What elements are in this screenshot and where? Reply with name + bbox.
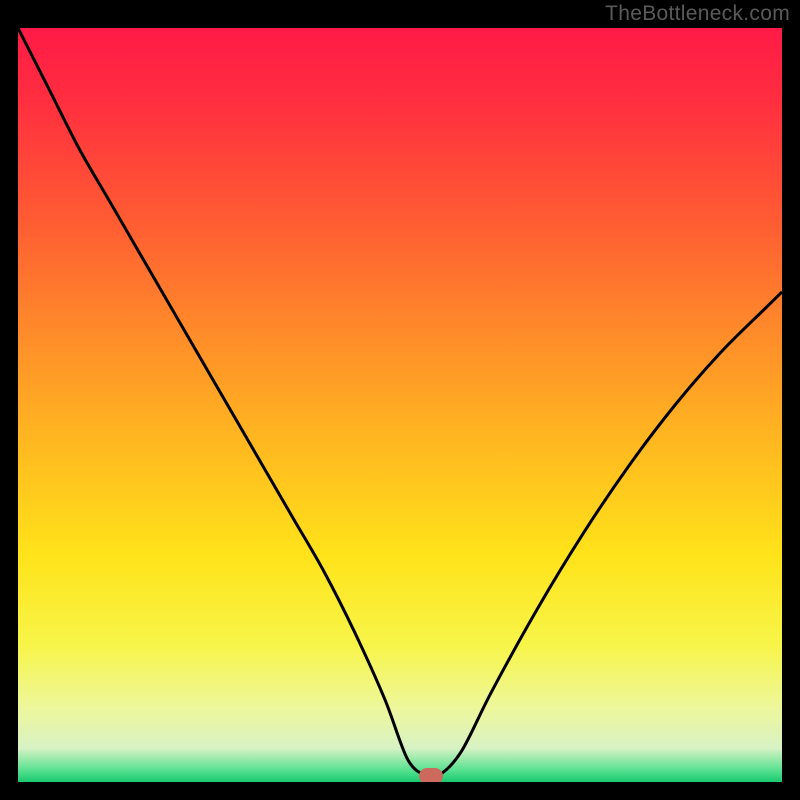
chart-svg [18,28,782,782]
chart-frame: TheBottleneck.com [0,0,800,800]
background-gradient [18,28,782,782]
plot-area [18,28,782,782]
optimal-point-marker [419,768,443,782]
attribution-text: TheBottleneck.com [605,2,790,26]
